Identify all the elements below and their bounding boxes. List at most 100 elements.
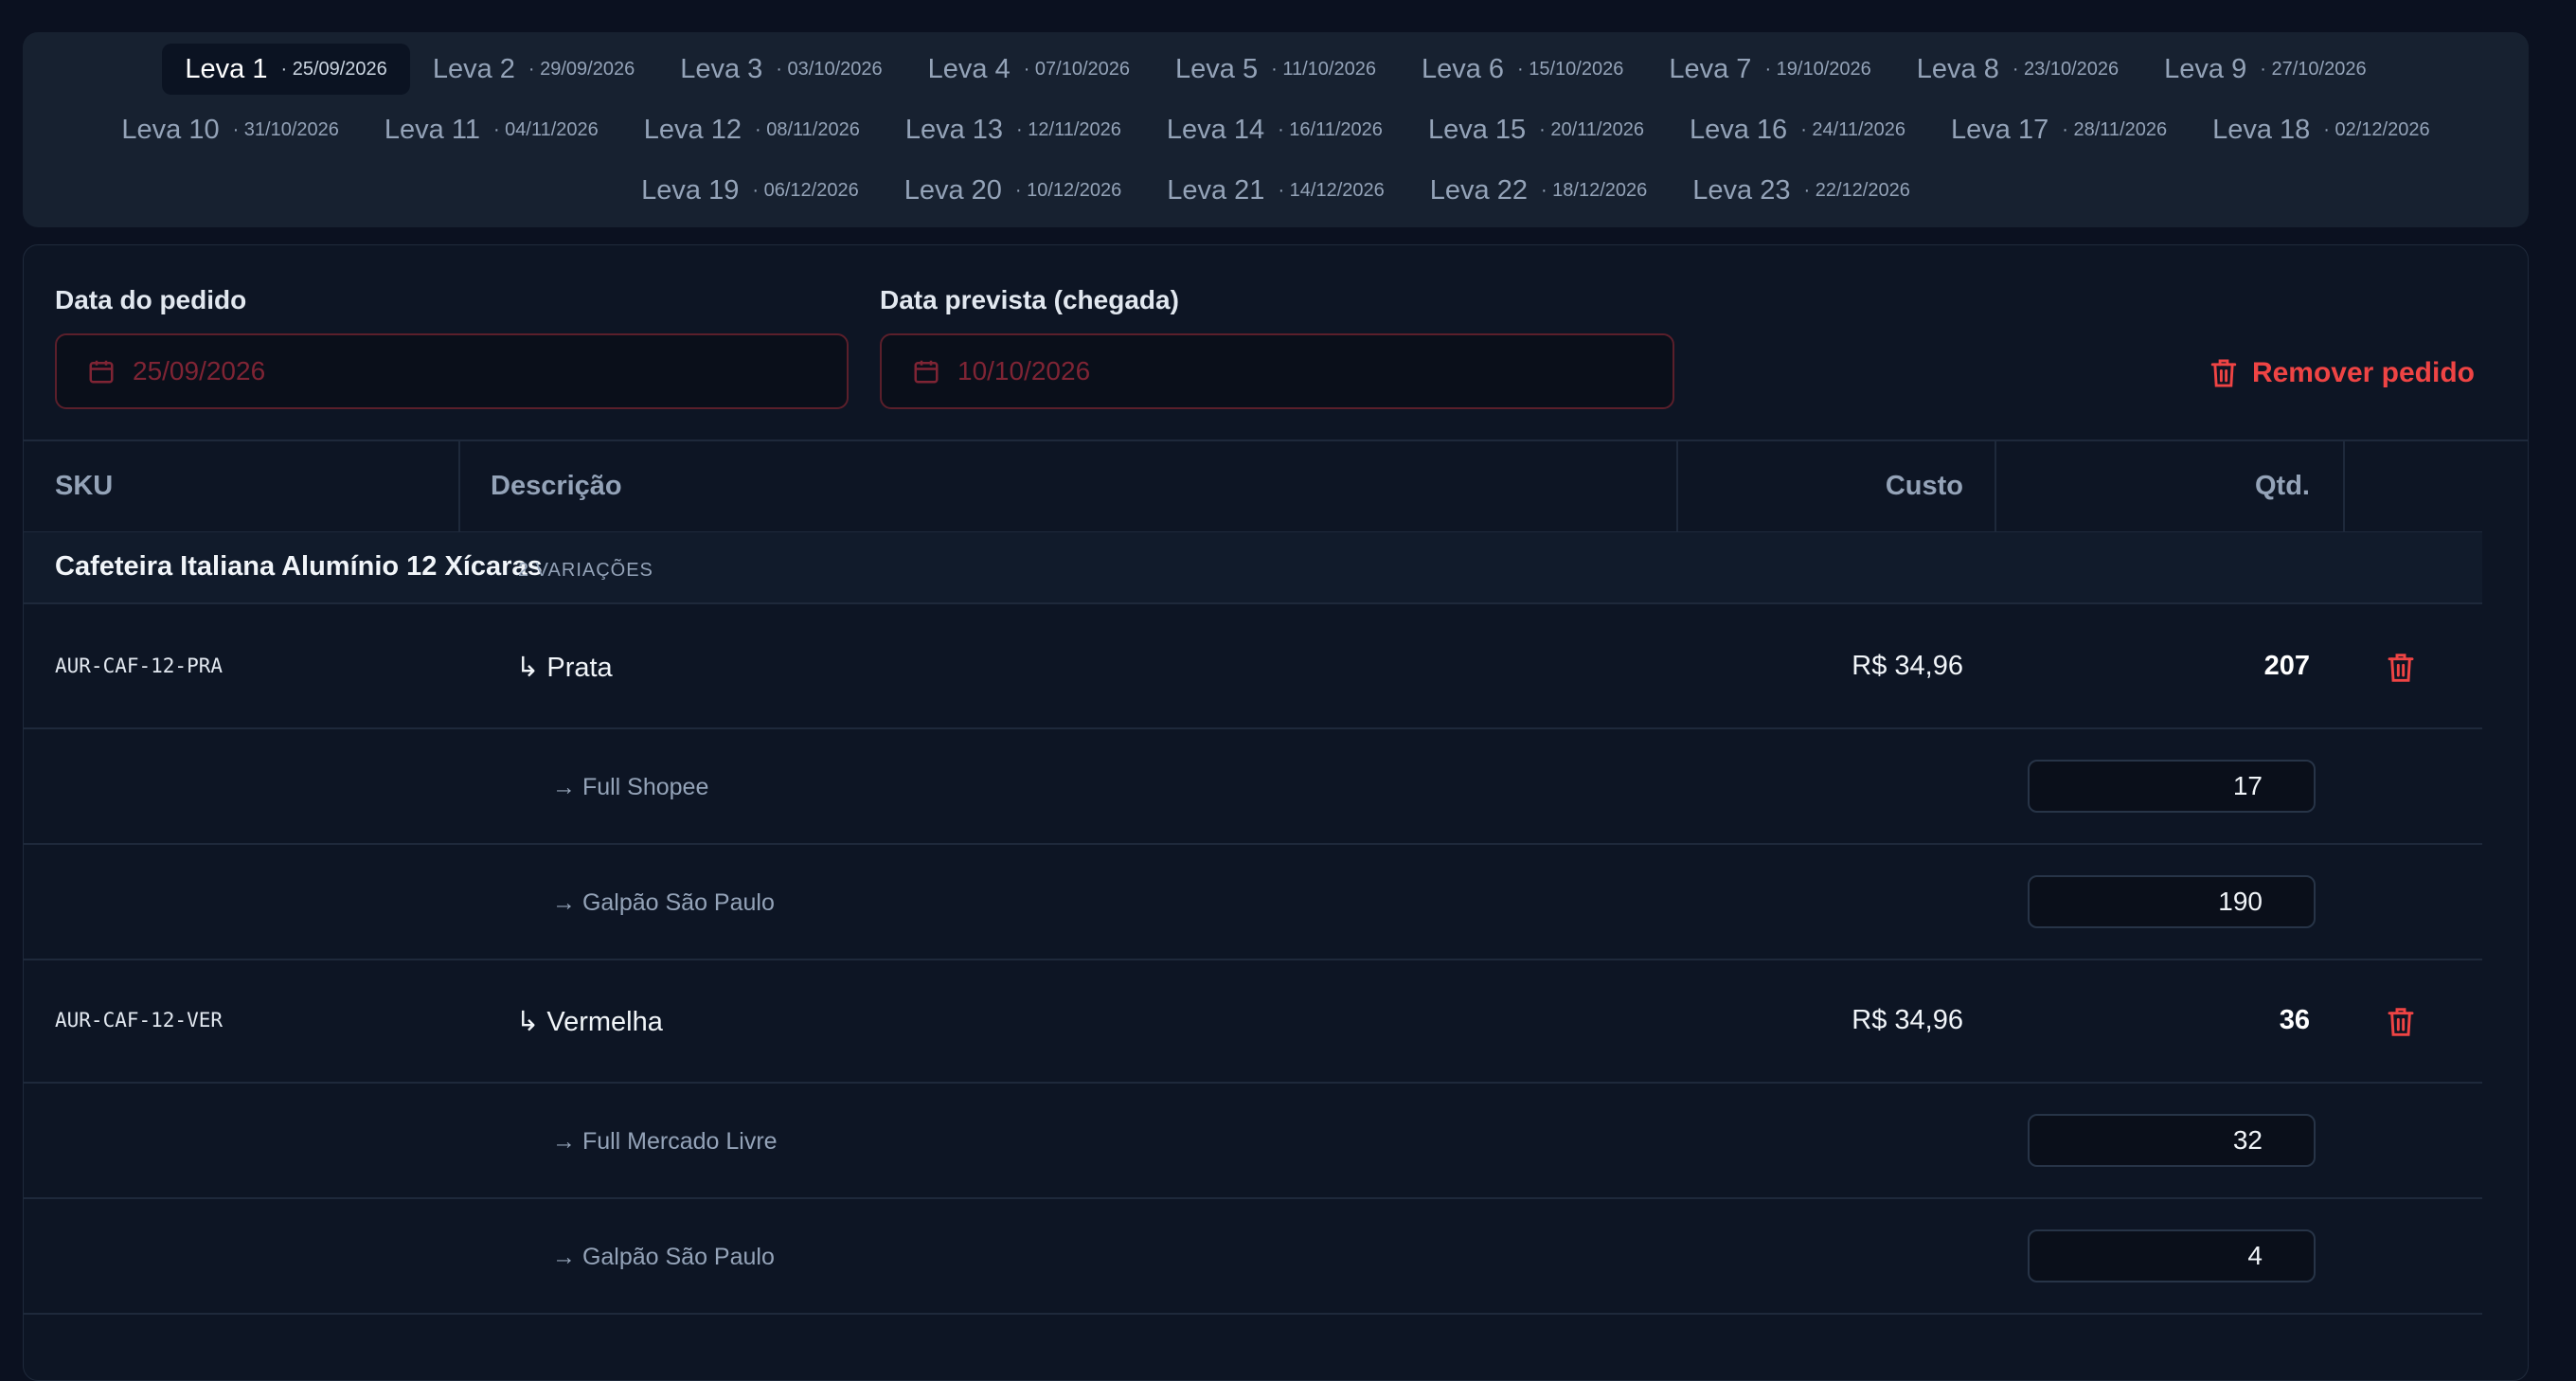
tab-leva-11[interactable]: Leva 11 · 04/11/2026 <box>362 104 621 155</box>
tab-label: Leva 20 <box>903 174 1002 206</box>
tab-label: Leva 2 <box>432 53 515 84</box>
trash-icon[interactable] <box>2386 1005 2416 1039</box>
tab-leva-18[interactable]: Leva 18 · 02/12/2026 <box>2190 104 2453 155</box>
tab-leva-8[interactable]: Leva 8 · 23/10/2026 <box>1894 44 2141 95</box>
header-cost: Custo <box>1885 471 1963 501</box>
remove-order-button[interactable]: Remover pedido <box>2209 357 2475 389</box>
trash-icon[interactable] <box>2386 651 2416 685</box>
tab-date: · 11/10/2026 <box>1271 58 1376 80</box>
destination-qty-input[interactable]: 17 <box>2028 760 2316 813</box>
tab-leva-9[interactable]: Leva 9 · 27/10/2026 <box>2141 44 2388 95</box>
tab-date: · 19/10/2026 <box>1764 58 1871 80</box>
variant-qty: 207 <box>2263 651 2310 681</box>
tab-date: · 16/11/2026 <box>1278 118 1383 140</box>
header-sku: SKU <box>55 471 114 501</box>
divider <box>24 602 2482 604</box>
tab-leva-1[interactable]: Leva 1 · 25/09/2026 <box>162 44 410 95</box>
divider <box>24 439 2528 441</box>
tab-date: · 07/10/2026 <box>1023 58 1131 80</box>
tab-leva-17[interactable]: Leva 17 · 28/11/2026 <box>1928 104 2190 155</box>
destination-qty-input[interactable]: 4 <box>2028 1229 2316 1282</box>
product-name: Cafeteira Italiana Alumínio 12 Xícaras <box>55 551 543 582</box>
divider <box>24 727 2482 729</box>
batch-tabs: Leva 1 · 25/09/2026 Leva 2 · 29/09/2026 Le… <box>23 32 2529 227</box>
destination-name: → Galpão São Paulo <box>552 1244 775 1270</box>
variations-count: 2 VARIAÇÕES <box>518 560 653 581</box>
tab-date: · 20/11/2026 <box>1539 118 1644 140</box>
tab-leva-3[interactable]: Leva 3 · 03/10/2026 <box>657 44 904 95</box>
tab-date: · 04/11/2026 <box>492 118 599 140</box>
tab-date: · 12/11/2026 <box>1016 118 1121 140</box>
tab-leva-20[interactable]: Leva 20 · 10/12/2026 <box>882 165 1145 216</box>
divider <box>24 959 2482 960</box>
remove-order-label: Remover pedido <box>2251 357 2475 388</box>
header-description: Descrição <box>491 471 622 501</box>
tab-label: Leva 3 <box>680 53 763 84</box>
tab-leva-16[interactable]: Leva 16 · 24/11/2026 <box>1667 104 1928 155</box>
tab-leva-7[interactable]: Leva 7 · 19/10/2026 <box>1646 44 1893 95</box>
tab-leva-19[interactable]: Leva 19 · 06/12/2026 <box>618 165 882 216</box>
divider <box>24 843 2482 845</box>
tab-leva-13[interactable]: Leva 13 · 12/11/2026 <box>883 104 1144 155</box>
tab-label: Leva 19 <box>641 174 740 206</box>
destination-name: → Full Mercado Livre <box>552 1128 778 1155</box>
order-date-label: Data do pedido <box>55 285 247 314</box>
tab-date: · 10/12/2026 <box>1014 179 1122 201</box>
order-date-value: 25/09/2026 <box>133 356 266 386</box>
tab-date: · 27/10/2026 <box>2260 58 2367 80</box>
header-qty: Qtd. <box>2255 471 2310 501</box>
tab-date: · 15/10/2026 <box>1517 58 1624 80</box>
tab-leva-10[interactable]: Leva 10 · 31/10/2026 <box>98 104 362 155</box>
tab-date: · 02/12/2026 <box>2323 118 2430 140</box>
variant-cost: R$ 34,96 <box>1852 1005 1963 1035</box>
tab-label: Leva 9 <box>2164 53 2247 84</box>
tab-label: Leva 13 <box>904 114 1004 145</box>
arrival-date-value: 10/10/2026 <box>957 356 1091 386</box>
divider <box>2343 440 2345 531</box>
tab-label: Leva 15 <box>1427 114 1527 145</box>
tab-label: Leva 21 <box>1167 174 1265 206</box>
destination-name: → Galpão São Paulo <box>552 889 775 916</box>
divider <box>24 1197 2482 1199</box>
calendar-icon <box>914 360 939 384</box>
variant-sku: AUR-CAF-12-VER <box>55 1009 224 1031</box>
arrival-date-input[interactable]: 10/10/2026 <box>880 333 1674 409</box>
tab-leva-15[interactable]: Leva 15 · 20/11/2026 <box>1405 104 1667 155</box>
variant-cost: R$ 34,96 <box>1852 651 1963 681</box>
tab-date: · 31/10/2026 <box>232 118 339 140</box>
tab-date: · 23/10/2026 <box>2012 58 2120 80</box>
tab-leva-5[interactable]: Leva 5 · 11/10/2026 <box>1153 44 1399 95</box>
tab-date: · 25/09/2026 <box>280 58 387 80</box>
tab-leva-2[interactable]: Leva 2 · 29/09/2026 <box>410 44 657 95</box>
tab-date: · 22/12/2026 <box>1803 179 1910 201</box>
tab-leva-4[interactable]: Leva 4 · 07/10/2026 <box>905 44 1153 95</box>
divider <box>24 1313 2482 1315</box>
arrival-date-label: Data prevista (chegada) <box>880 285 1179 314</box>
tab-date: · 24/11/2026 <box>1800 118 1906 140</box>
divider <box>24 1082 2482 1084</box>
tab-leva-21[interactable]: Leva 21 · 14/12/2026 <box>1144 165 1407 216</box>
variant-name: ↳ Prata <box>516 653 613 683</box>
tab-date: · 06/12/2026 <box>752 179 859 201</box>
tab-label: Leva 8 <box>1916 53 1999 84</box>
tab-leva-22[interactable]: Leva 22 · 18/12/2026 <box>1407 165 1671 216</box>
tab-label: Leva 23 <box>1692 174 1791 206</box>
tab-label: Leva 18 <box>2212 114 2311 145</box>
destination-qty-input[interactable]: 32 <box>2028 1114 2316 1167</box>
order-date-input[interactable]: 25/09/2026 <box>55 333 849 409</box>
tab-label: Leva 14 <box>1166 114 1265 145</box>
tab-leva-12[interactable]: Leva 12 · 08/11/2026 <box>621 104 883 155</box>
tab-leva-6[interactable]: Leva 6 · 15/10/2026 <box>1399 44 1646 95</box>
tab-date: · 14/12/2026 <box>1278 179 1385 201</box>
tab-leva-23[interactable]: Leva 23 · 22/12/2026 <box>1670 165 1933 216</box>
tab-label: Leva 17 <box>1951 114 2049 145</box>
calendar-icon <box>89 360 114 384</box>
destination-qty-input[interactable]: 190 <box>2028 875 2316 928</box>
tab-label: Leva 1 <box>185 53 268 84</box>
tab-leva-14[interactable]: Leva 14 · 16/11/2026 <box>1144 104 1405 155</box>
variant-sku: AUR-CAF-12-PRA <box>55 655 224 677</box>
tab-label: Leva 22 <box>1429 174 1528 206</box>
tab-date: · 08/11/2026 <box>755 118 860 140</box>
variant-name: ↳ Vermelha <box>516 1007 663 1037</box>
tab-label: Leva 7 <box>1669 53 1752 84</box>
